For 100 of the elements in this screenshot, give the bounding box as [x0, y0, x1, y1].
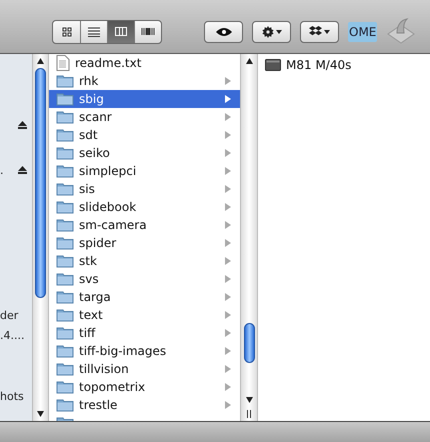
- file-name: sdt: [79, 128, 99, 142]
- folder-icon: [56, 344, 74, 358]
- file-row[interactable]: sis: [49, 180, 240, 198]
- sidebar-item[interactable]: .: [0, 164, 4, 176]
- document-icon: [56, 55, 70, 71]
- scroll-down-arrow-icon[interactable]: [37, 411, 44, 417]
- folder-icon: [56, 146, 74, 160]
- disclosure-arrow-icon: [225, 149, 231, 157]
- disclosure-arrow-icon: [225, 329, 231, 337]
- eye-icon: [216, 26, 232, 36]
- gear-icon: [262, 26, 274, 38]
- file-name: targa: [79, 290, 112, 304]
- file-name: simplepci: [79, 164, 138, 178]
- eject-icon[interactable]: [18, 121, 27, 129]
- file-name: readme.txt: [75, 56, 142, 70]
- disclosure-arrow-icon: [225, 113, 231, 121]
- file-row[interactable]: sbig: [49, 90, 240, 108]
- folder-icon: [56, 182, 74, 196]
- folder-icon: [56, 362, 74, 376]
- ome-folder-label[interactable]: OME: [348, 22, 378, 42]
- disclosure-arrow-icon: [225, 167, 231, 175]
- drive-icon: [265, 59, 281, 71]
- disclosure-arrow-icon: [225, 347, 231, 355]
- file-name: tiff-big-images: [79, 344, 168, 358]
- file-name: spider: [79, 236, 118, 250]
- file-name: svs: [79, 272, 100, 286]
- file-name: trestle: [79, 398, 118, 412]
- disclosure-arrow-icon: [225, 275, 231, 283]
- sidebar-item[interactable]: der: [0, 308, 18, 322]
- disclosure-arrow-icon: [225, 239, 231, 247]
- folder-icon: [56, 128, 74, 142]
- dropbox-menu-button[interactable]: [300, 20, 339, 42]
- scroll-up-arrow-icon[interactable]: [246, 58, 252, 64]
- folder-icon: [56, 164, 74, 178]
- scroll-thumb[interactable]: [244, 323, 254, 363]
- cover-flow-icon: [141, 27, 155, 36]
- scroll-up-arrow-icon[interactable]: [37, 58, 44, 64]
- caret-icon: [276, 30, 282, 34]
- folder-icon: [56, 380, 74, 394]
- file-row[interactable]: trestle: [49, 396, 240, 414]
- folder-icon: [56, 74, 74, 88]
- quick-look-button[interactable]: [204, 20, 243, 42]
- sidebar-item[interactable]: .4....: [0, 328, 24, 342]
- file-name: rhk: [79, 74, 100, 88]
- file-name: sbig: [79, 92, 105, 106]
- folder-icon: [56, 308, 74, 322]
- file-name: slidebook: [79, 200, 138, 214]
- file-row[interactable]: spider: [49, 234, 240, 252]
- file-row[interactable]: svs: [49, 270, 240, 288]
- file-name: seiko: [79, 146, 111, 160]
- scroll-down-arrow-icon[interactable]: [246, 397, 252, 403]
- file-row[interactable]: sdt: [49, 126, 240, 144]
- caret-icon: [324, 30, 330, 34]
- icon-view-icon: [62, 26, 72, 36]
- file-row[interactable]: seiko: [49, 144, 240, 162]
- view-mode-button[interactable]: [107, 20, 134, 42]
- file-row[interactable]: readme.txt: [49, 54, 240, 72]
- folder-icon: [56, 236, 74, 250]
- file-name: tillvision: [79, 362, 130, 376]
- disclosure-arrow-icon: [225, 95, 231, 103]
- file-row[interactable]: tillvision: [49, 360, 240, 378]
- file-name: topometrix: [79, 380, 146, 394]
- file-row[interactable]: tiff-big-images: [49, 342, 240, 360]
- folder-icon: [56, 272, 74, 286]
- file-row[interactable]: targa: [49, 288, 240, 306]
- folder-icon: [56, 92, 74, 106]
- file-row[interactable]: topometrix: [49, 378, 240, 396]
- folder-icon: [56, 254, 74, 268]
- file-row[interactable]: rhk: [49, 72, 240, 90]
- disclosure-arrow-icon: [225, 221, 231, 229]
- scroll-thumb[interactable]: [35, 68, 46, 298]
- disclosure-arrow-icon: [225, 365, 231, 373]
- disclosure-arrow-icon: [225, 185, 231, 193]
- disclosure-arrow-icon: [225, 401, 231, 409]
- folder-icon: [56, 290, 74, 304]
- sidebar-item[interactable]: hots: [0, 390, 24, 402]
- file-name: text: [79, 308, 104, 322]
- folder-icon: [56, 218, 74, 232]
- file-name: M81 M/40s: [286, 58, 352, 72]
- scroll-bar[interactable]: [240, 54, 258, 421]
- column-resize-grip-icon[interactable]: [247, 410, 251, 418]
- folder-icon: [56, 110, 74, 124]
- file-row[interactable]: stk: [49, 252, 240, 270]
- folder-icon: [56, 398, 74, 412]
- file-row[interactable]: sm-camera: [49, 216, 240, 234]
- disclosure-arrow-icon: [225, 293, 231, 301]
- file-row[interactable]: tiff: [49, 324, 240, 342]
- scroll-bar[interactable]: [32, 54, 49, 421]
- file-row[interactable]: scanr: [49, 108, 240, 126]
- disclosure-arrow-icon: [225, 203, 231, 211]
- list-view-icon: [88, 26, 100, 36]
- file-row[interactable]: simplepci: [49, 162, 240, 180]
- file-name: sis: [79, 182, 96, 196]
- file-row[interactable]: slidebook: [49, 198, 240, 216]
- disclosure-arrow-icon: [225, 131, 231, 139]
- eject-icon[interactable]: [18, 166, 27, 174]
- action-menu-button[interactable]: [252, 20, 291, 42]
- file-row[interactable]: text: [49, 306, 240, 324]
- disclosure-arrow-icon: [225, 257, 231, 265]
- file-row[interactable]: M81 M/40s: [258, 56, 430, 74]
